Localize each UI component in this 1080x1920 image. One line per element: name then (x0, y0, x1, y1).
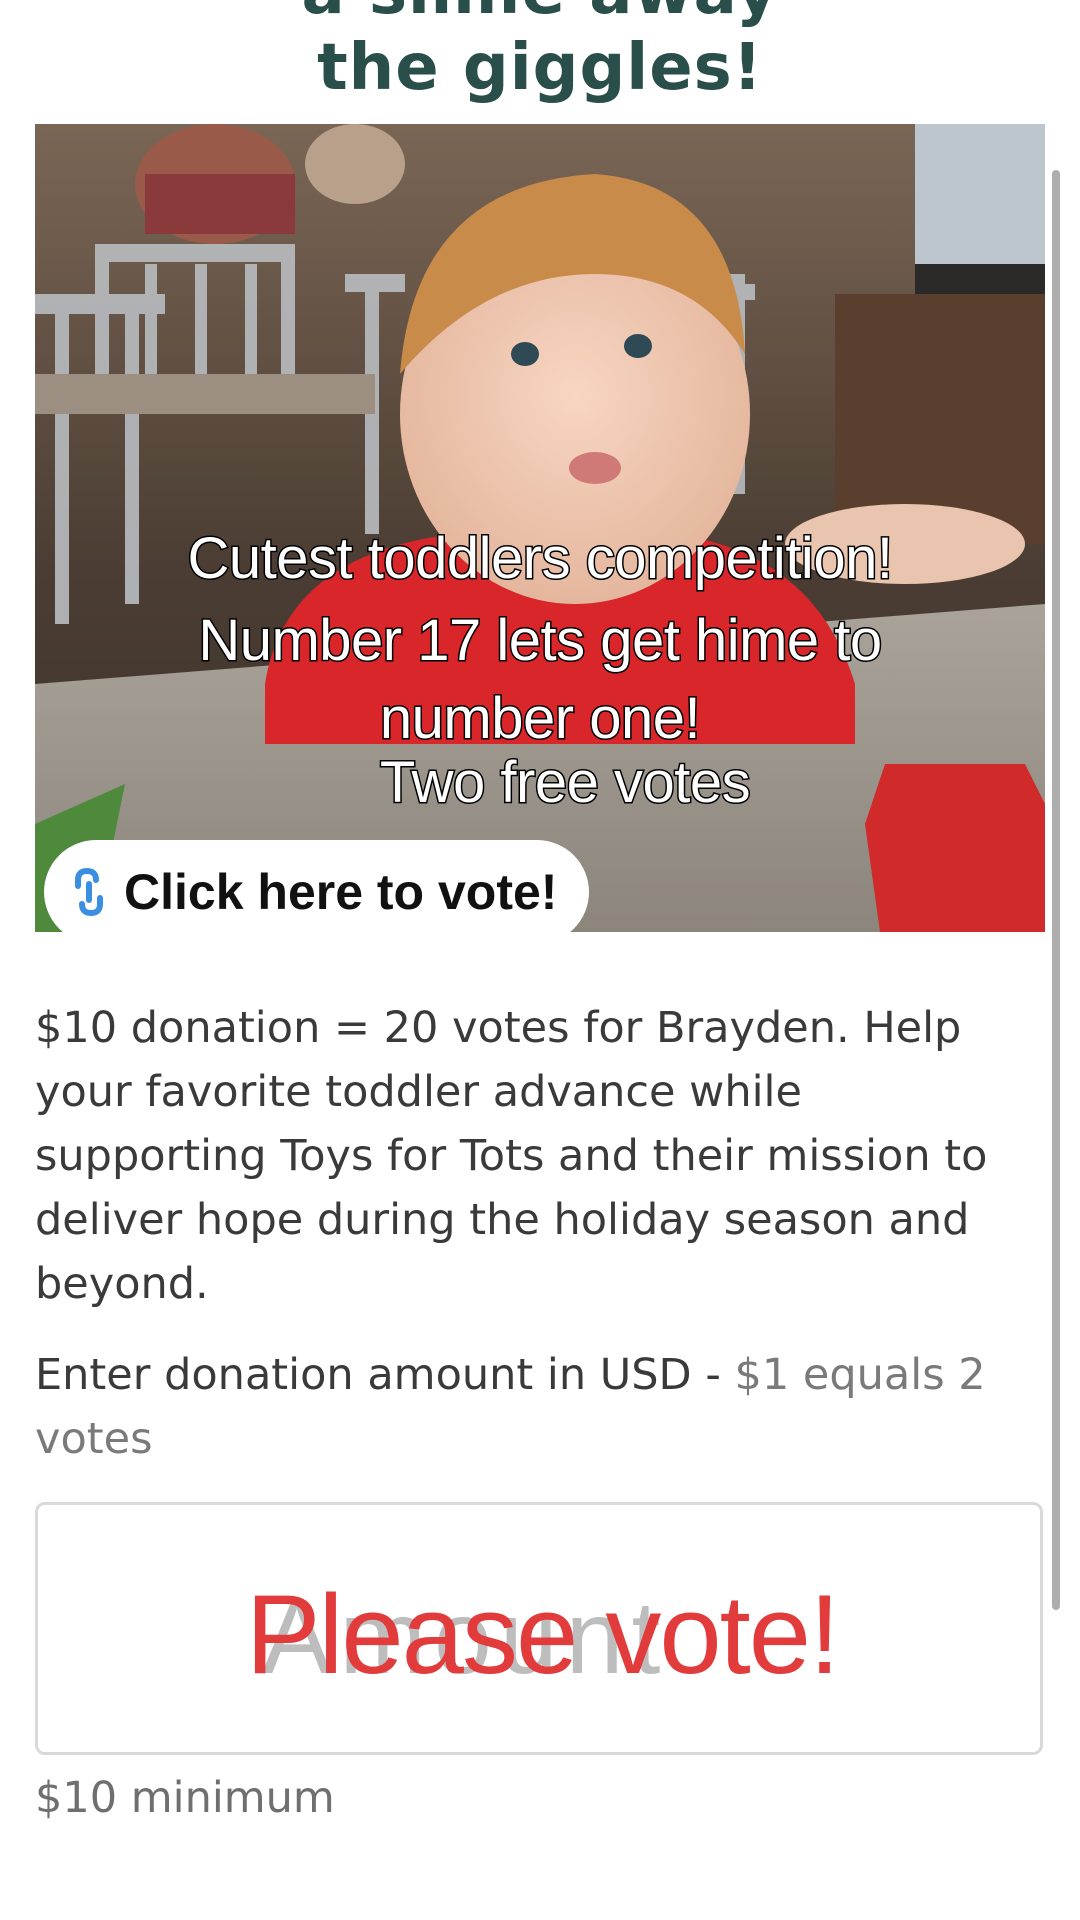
donation-amount-input[interactable]: Amount Please vote! (35, 1502, 1043, 1755)
donation-amount-label: Enter donation amount in USD - $1 equals… (35, 1343, 1045, 1471)
contest-photo: Cutest toddlers competition! Number 17 l… (35, 124, 1045, 932)
heading-line: the giggles! (317, 31, 763, 105)
donation-page: a smile away the giggles! (0, 0, 1080, 1920)
link-icon (75, 867, 103, 917)
page-heading: a smile away the giggles! (0, 0, 1080, 112)
vote-link-label: Click here to vote! (124, 864, 558, 920)
page-scrollbar[interactable] (1052, 170, 1060, 1610)
overlay-line-4: Two free votes (378, 749, 752, 817)
overlay-line-2: Number 17 lets get hime to (197, 607, 884, 675)
please-vote-sticker: Please vote! (245, 1572, 840, 1697)
minimum-amount-hint: $10 minimum (35, 1773, 335, 1823)
amount-label-main: Enter donation amount in USD - (35, 1350, 735, 1400)
donation-description: $10 donation = 20 votes for Brayden. Hel… (35, 1003, 988, 1309)
overlay-line-1: Cutest toddlers competition! (186, 525, 894, 593)
heading-line-partial: a smile away (0, 0, 1080, 30)
vote-link-button[interactable]: Click here to vote! (44, 840, 590, 944)
